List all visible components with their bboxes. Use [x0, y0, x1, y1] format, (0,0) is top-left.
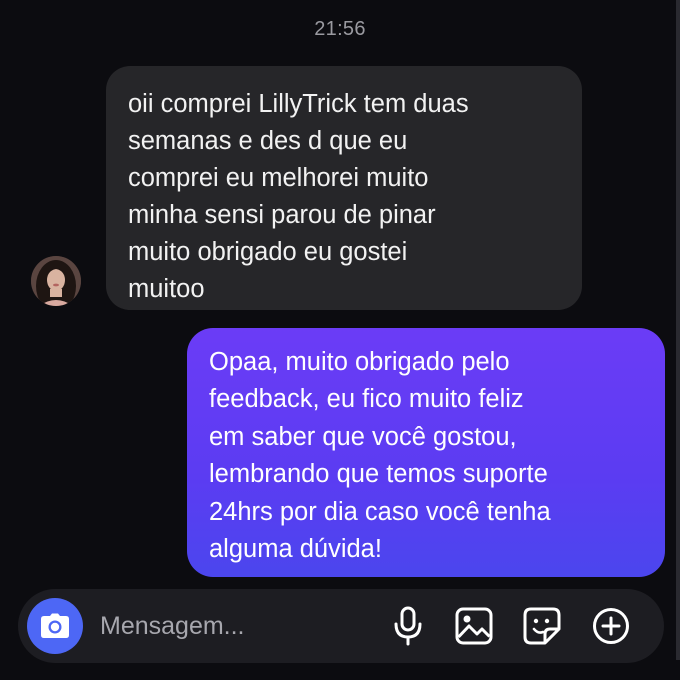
sticker-button[interactable] [522, 606, 562, 646]
plus-icon [593, 608, 629, 644]
add-button[interactable] [591, 606, 631, 646]
gallery-icon [455, 607, 493, 645]
sender-avatar[interactable] [31, 256, 81, 306]
outgoing-message-bubble[interactable]: Opaa, muito obrigado pelo feedback, eu f… [187, 328, 665, 577]
microphone-icon [394, 606, 422, 646]
camera-icon [41, 613, 69, 638]
scroll-indicator [676, 0, 680, 660]
incoming-message-bubble[interactable]: oii comprei LillyTrick tem duas semanas … [106, 66, 582, 310]
gallery-button[interactable] [454, 606, 494, 646]
camera-button[interactable] [27, 598, 83, 654]
message-composer [18, 589, 664, 663]
message-timestamp: 21:56 [314, 18, 366, 40]
sticker-icon [523, 607, 561, 645]
microphone-button[interactable] [388, 606, 428, 646]
message-input[interactable] [100, 609, 360, 643]
